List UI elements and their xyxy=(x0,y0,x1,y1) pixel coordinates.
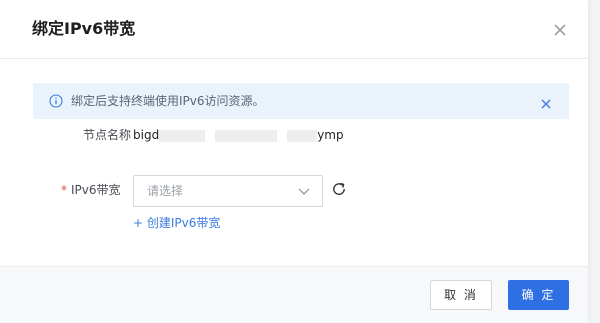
node-name-label: 节点名称 xyxy=(83,128,132,142)
node-name-value: bigd ymp xyxy=(133,127,344,143)
ipv6-bandwidth-label: * IPv6带宽 xyxy=(61,182,121,198)
dialog-title: 绑定IPv6带宽 xyxy=(32,19,136,38)
alert-close-button[interactable] xyxy=(540,95,552,109)
bind-ipv6-dialog: 绑定IPv6带宽 绑定后支持终端使用IPv6访问资源。 节点名称 bigd ymp… xyxy=(0,0,588,323)
close-icon xyxy=(554,24,566,36)
cancel-button[interactable]: 取 消 xyxy=(430,280,492,310)
dialog-header: 绑定IPv6带宽 xyxy=(0,0,588,59)
info-icon xyxy=(49,94,63,108)
select-placeholder: 请选择 xyxy=(147,184,184,198)
chevron-down-icon xyxy=(298,188,310,195)
close-button[interactable] xyxy=(551,21,569,39)
alert-text: 绑定后支持终端使用IPv6访问资源。 xyxy=(71,94,265,108)
required-mark: * xyxy=(61,183,67,197)
redacted-block xyxy=(215,129,278,142)
alert-close-icon xyxy=(541,99,551,109)
refresh-icon xyxy=(333,182,345,195)
refresh-button[interactable] xyxy=(331,181,347,197)
ipv6-bandwidth-select[interactable]: 请选择 xyxy=(133,175,323,207)
redacted-block xyxy=(159,129,206,142)
dialog-footer: 取 消 确 定 xyxy=(0,266,588,323)
node-name-prefix: bigd xyxy=(133,128,160,142)
confirm-button[interactable]: 确 定 xyxy=(508,280,569,310)
redacted-block xyxy=(205,129,216,142)
node-name-suffix: ymp xyxy=(317,128,344,142)
info-alert: 绑定后支持终端使用IPv6访问资源。 xyxy=(33,83,569,119)
redacted-block xyxy=(287,129,318,142)
redacted-block xyxy=(277,129,288,142)
create-ipv6-bandwidth-link[interactable]: + 创建IPv6带宽 xyxy=(133,215,220,231)
ipv6-label-text: IPv6带宽 xyxy=(71,183,121,197)
